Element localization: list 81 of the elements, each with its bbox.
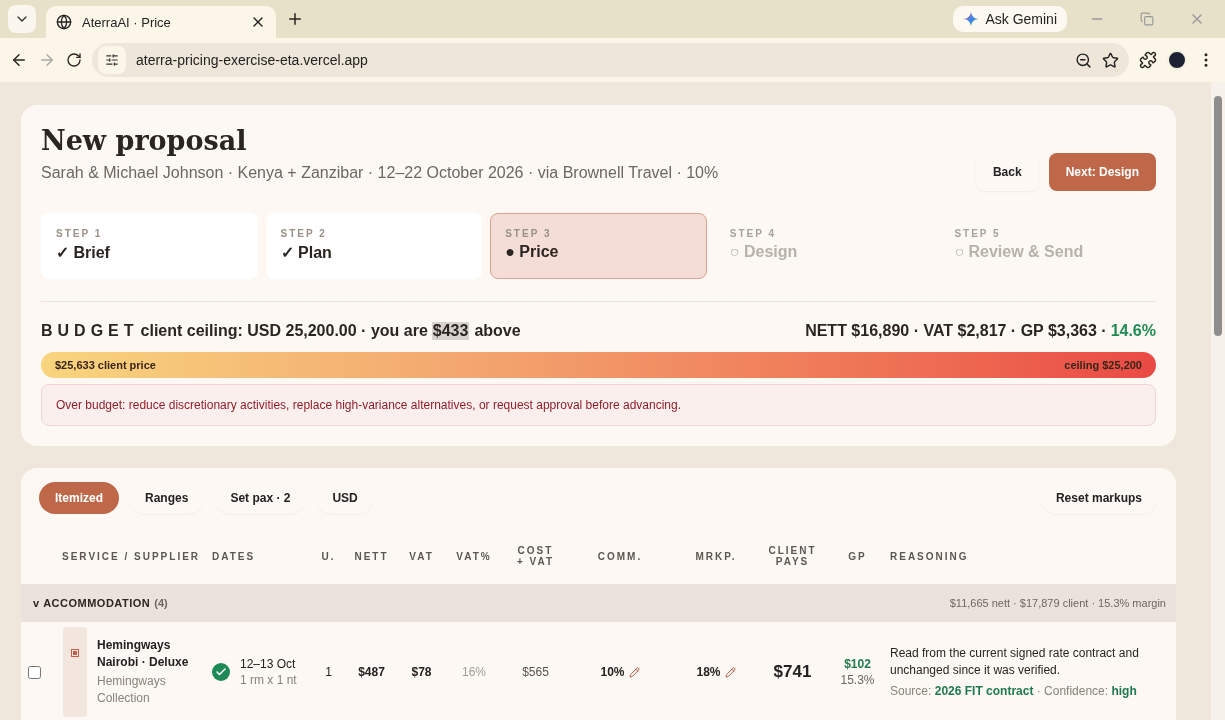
view-toggle[interactable]: Itemized [39, 482, 119, 514]
browser-tab[interactable]: AterraAI · Price [46, 6, 276, 38]
step-card[interactable]: STEP 3 ● Price [490, 213, 707, 279]
column-header: CLIENT PAYS [768, 545, 817, 567]
back-icon[interactable] [10, 51, 28, 69]
column-header: DATES [212, 550, 256, 562]
group-header[interactable]: v ACCOMMODATION (4) $11,665 nett · $17,879 client · 15.3% margin [21, 584, 1176, 622]
scrollbar[interactable] [1211, 82, 1225, 720]
units-detail: 1 rm x 1 nt [240, 673, 297, 687]
profile-avatar[interactable] [1167, 50, 1187, 70]
step-number: STEP 2 [280, 228, 328, 239]
cost-vat-cell: $565 [522, 665, 549, 679]
next-button[interactable]: Next: Design [1048, 153, 1156, 191]
gp-amount: $102 [844, 657, 871, 671]
over-amount: $433 [431, 322, 470, 340]
over-budget-alert: Over budget: reduce discretionary activities, replace high-variance alternatives, or request approval before advancing. [41, 384, 1156, 426]
column-header: SERVICE / SUPPLIER [61, 550, 201, 562]
step-name: ✓ Brief [56, 243, 111, 262]
column-header: REASONING [890, 550, 969, 562]
client-price-label: $25,633 client price [55, 359, 156, 371]
group-name: ACCOMMODATION [43, 597, 151, 609]
column-header: COMM. [597, 550, 643, 562]
proposal-subtitle: Sarah & Michael Johnson · Kenya + Zanzibar · 12–22 October 2026 · via Brownell Travel · 10% [41, 164, 719, 182]
group-count: (4) [154, 597, 168, 609]
column-header: NETT [354, 550, 389, 562]
step-card[interactable]: STEP 2 ✓ Plan [265, 213, 483, 279]
budget-ceiling-text: client ceiling: USD 25,200.00 · you are [140, 322, 428, 340]
step-number: STEP 1 [56, 228, 104, 239]
address-bar[interactable]: aterra-pricing-exercise-eta.vercel.app [92, 43, 1129, 77]
reset-markups-button[interactable]: Reset markups [1039, 482, 1158, 514]
step-card[interactable]: STEP 1 ✓ Brief [41, 213, 258, 279]
row-checkbox[interactable] [28, 665, 41, 679]
chevron-icon[interactable]: v [33, 597, 40, 609]
page-title: New proposal [41, 125, 248, 156]
column-header: VAT [409, 550, 434, 562]
view-toggle[interactable]: Ranges [129, 482, 205, 514]
commission-value[interactable]: 10% [600, 665, 625, 679]
view-toggle[interactable]: USD [316, 482, 374, 514]
client-pays-cell: $741 [773, 662, 812, 682]
column-header: VAT% [456, 550, 492, 562]
globe-icon [56, 14, 72, 30]
edit-icon[interactable] [628, 666, 640, 678]
group-summary: $11,665 nett · $17,879 client · 15.3% margin [949, 597, 1166, 609]
vat-cell: $78 [411, 665, 432, 679]
column-header: U. [321, 550, 336, 562]
ceiling-label: ceiling $25,200 [1064, 359, 1142, 371]
source-note: Source: 2026 FIT contract · Confidence: high [890, 682, 1138, 700]
step-number: STEP 3 [505, 228, 553, 239]
column-header: COST + VAT [516, 545, 555, 567]
service-name: Hemingways Nairobi · Deluxe [97, 637, 190, 671]
view-toggle[interactable]: Set pax · 2 [214, 482, 307, 514]
margin-percent: 14.6% [1110, 322, 1156, 340]
step-name: ● Price [505, 243, 560, 261]
tab-title: AterraAI · Price [82, 14, 171, 30]
units-cell: 1 [325, 665, 332, 679]
column-header: MRKP. [695, 550, 737, 562]
new-tab-icon[interactable] [286, 10, 304, 28]
vat-percent-cell: 16% [462, 665, 486, 679]
above-text: above [474, 322, 521, 340]
step-number: STEP 4 [729, 228, 778, 239]
site-settings-icon[interactable] [98, 46, 126, 74]
step-number: STEP 5 [954, 228, 1002, 239]
step-name: ○ Review & Send [954, 243, 1085, 261]
reload-icon[interactable] [66, 52, 82, 68]
edit-icon[interactable] [724, 666, 736, 678]
totals-text: NETT $16,890 · VAT $2,817 · GP $3,363 · [805, 322, 1107, 340]
column-header: GP [848, 550, 867, 562]
bookmark-icon[interactable] [1102, 51, 1119, 69]
back-button[interactable]: Back [975, 153, 1039, 191]
nett-cell: $487 [358, 665, 385, 679]
gp-percent: 15.3% [840, 673, 875, 687]
reasoning-text: Read from the current signed rate contract and unchanged since it was verified. [890, 644, 1140, 679]
zoom-icon[interactable] [1075, 51, 1092, 69]
ask-gemini-button[interactable]: Ask Gemini [953, 6, 1067, 32]
supplier-name: Hemingways Collection [97, 673, 167, 707]
budget-label: BUDGET [41, 322, 139, 340]
markup-value[interactable]: 18% [696, 665, 721, 679]
step-name: ✓ Plan [280, 243, 333, 262]
extensions-icon[interactable] [1139, 51, 1157, 69]
step-name: ○ Design [729, 243, 799, 261]
service-dates: 12–13 Oct [240, 657, 297, 671]
